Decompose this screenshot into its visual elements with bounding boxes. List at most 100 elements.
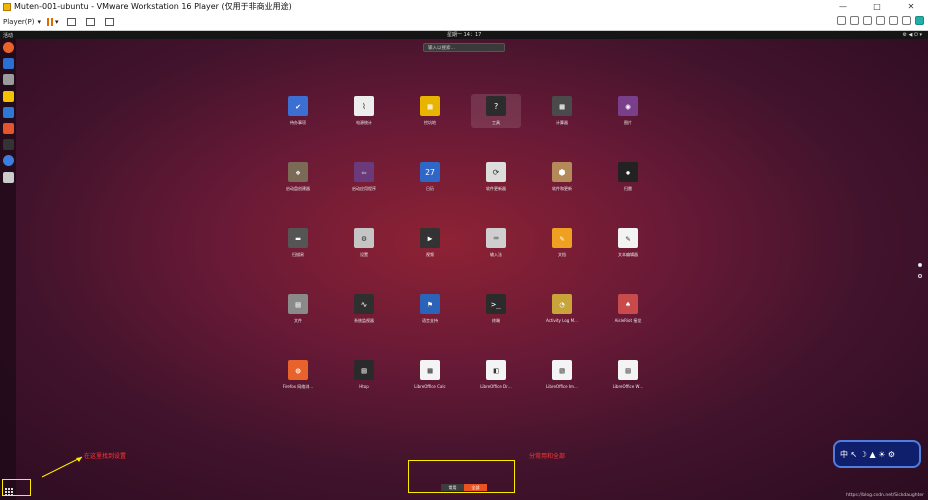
app-icon: ✹ [618,162,638,182]
app-icon: ⬢ [552,162,572,182]
app-icon: ▤ [618,360,638,380]
pause-icon [46,17,53,26]
app-icon: ♠ [618,294,638,314]
app-tile[interactable]: ▦ 计算器 [537,94,587,128]
app-label: 软件和更新 [552,186,572,191]
close-button[interactable]: ✕ [894,0,928,13]
app-tile[interactable]: ◉ 图片 [603,94,653,128]
app-label: 软件更新器 [486,186,506,191]
page-indicator-2[interactable] [918,274,922,278]
send-ctrl-alt-del-button[interactable] [62,15,81,28]
app-tile[interactable]: ◧ LibreOffice Dr… [471,358,521,391]
app-icon: ✎ [618,228,638,248]
app-tile[interactable]: ⌇ 电源统计 [339,94,389,128]
player-menu[interactable]: Player(P) ▾ [0,15,44,28]
page-indicator-1[interactable] [918,263,922,267]
app-icon: ◉ [618,96,638,116]
app-label: LibreOffice W… [612,384,644,389]
dock-files-icon[interactable] [3,74,14,86]
app-label: 视频 [426,252,434,257]
app-tile[interactable]: ▤ Htop [339,358,389,391]
tab-frequent[interactable]: 常用 [441,484,464,491]
dock-rhythmbox-icon[interactable] [3,90,14,102]
app-icon: ◧ [486,360,506,380]
app-icon: ? [486,96,506,116]
app-tile[interactable]: ⌨ 输入法 [471,226,521,260]
dock-terminal-icon[interactable] [3,139,14,151]
app-tile[interactable]: ◔ Activity Log M… [537,292,587,325]
printer-icon[interactable] [889,16,898,25]
app-tile[interactable]: ✎ 文档 [537,226,587,260]
unity-button[interactable] [100,15,119,28]
app-tile[interactable]: ▧ LibreOffice Im… [537,358,587,391]
app-tile[interactable]: ▬ 扫描易 [273,226,323,260]
fullscreen-button[interactable] [81,15,100,28]
app-label: 终端 [492,318,500,323]
computer-icon [66,17,76,26]
input-method-widget[interactable]: 中 ↖ ☽ ▲ ☀ ⚙ [833,440,921,468]
app-icon: ⚑ [420,294,440,314]
message-icon[interactable] [915,16,924,25]
system-tray[interactable]: ⚙ ◀ ⏻ ▾ [902,31,922,39]
dock-firefox-icon[interactable] [3,42,14,53]
app-tile[interactable]: ⟳ 软件更新器 [471,160,521,194]
app-label: 计算器 [556,120,568,125]
dock-software-icon[interactable] [3,123,14,134]
app-tile[interactable]: 27 日历 [405,160,455,194]
activities-button[interactable]: 活动 [3,32,13,39]
app-icon: ▦ [420,96,440,116]
app-tile[interactable]: ? 工具 [471,94,521,128]
app-label: 扫描易 [292,252,304,257]
app-tile[interactable]: ∿ 系统监视器 [339,292,389,326]
app-tile[interactable]: ✔ 待办事项 [273,94,323,128]
app-icon: ⌨ [486,228,506,248]
vmware-toolbar: Player(P) ▾ ▾ [0,13,928,31]
app-icon: ✔ [288,96,308,116]
app-tile[interactable]: ✎ 文本编辑器 [603,226,653,260]
display-icon[interactable] [902,16,911,25]
maximize-button[interactable]: □ [860,0,894,13]
dock-libreoffice-writer-icon[interactable] [3,106,14,118]
app-tile[interactable]: ⚙ 设置 [339,226,389,260]
show-applications-icon[interactable] [5,488,13,496]
player-menu-label: Player(P) [3,17,35,26]
app-icon: ⇦ [354,162,374,182]
pause-button[interactable]: ▾ [44,15,62,28]
minimize-button[interactable]: — [826,0,860,13]
app-tile[interactable]: ◍ Firefox 网络浏… [273,358,323,392]
app-label: 启动盘创建器 [286,186,310,191]
app-label: LibreOffice Dr… [480,384,512,389]
clock[interactable]: 星期一 14：17 [447,31,481,39]
app-tile[interactable]: ❖ 启动盘创建器 [273,160,323,194]
app-label: 语言支持 [422,318,438,323]
app-label: Activity Log M… [545,318,579,323]
app-tile[interactable]: ▤ 文件 [273,292,323,326]
network-icon[interactable] [837,16,846,25]
app-tile[interactable]: ⬢ 软件和更新 [537,160,587,194]
dock-thunderbird-icon[interactable] [3,58,14,70]
annotation-arrow [41,456,83,478]
search-input[interactable]: 输入以搜索… [423,43,505,52]
app-tile[interactable]: >_ 终端 [471,292,521,326]
app-tile[interactable]: ✹ 扫雷 [603,160,653,194]
app-tile[interactable]: ▤ LibreOffice W… [603,358,653,391]
dock-settings-icon[interactable] [3,171,14,183]
app-tile[interactable]: ▦ 挖坑地 [405,94,455,128]
app-icon: >_ [486,294,506,314]
app-tile[interactable]: ▦ LibreOffice Calc [405,358,455,391]
usb-icon[interactable] [863,16,872,25]
dock-help-icon[interactable] [3,155,14,167]
app-label: LibreOffice Im… [546,384,578,389]
app-tile[interactable]: ▶ 视频 [405,226,455,260]
app-label: 设置 [360,252,368,257]
app-tile[interactable]: ⚑ 语言支持 [405,292,455,326]
sound-icon[interactable] [876,16,885,25]
app-tile[interactable]: ♠ AisleRiot 接龙 [603,292,653,326]
tab-all[interactable]: 全部 [464,484,487,491]
app-icon: ❖ [288,162,308,182]
app-tile[interactable]: ⇦ 启动应用程序 [339,160,389,194]
cd-icon[interactable] [850,16,859,25]
app-label: 扫雷 [624,186,632,191]
app-icon: ▤ [354,360,374,380]
app-label: Htop [359,384,369,389]
